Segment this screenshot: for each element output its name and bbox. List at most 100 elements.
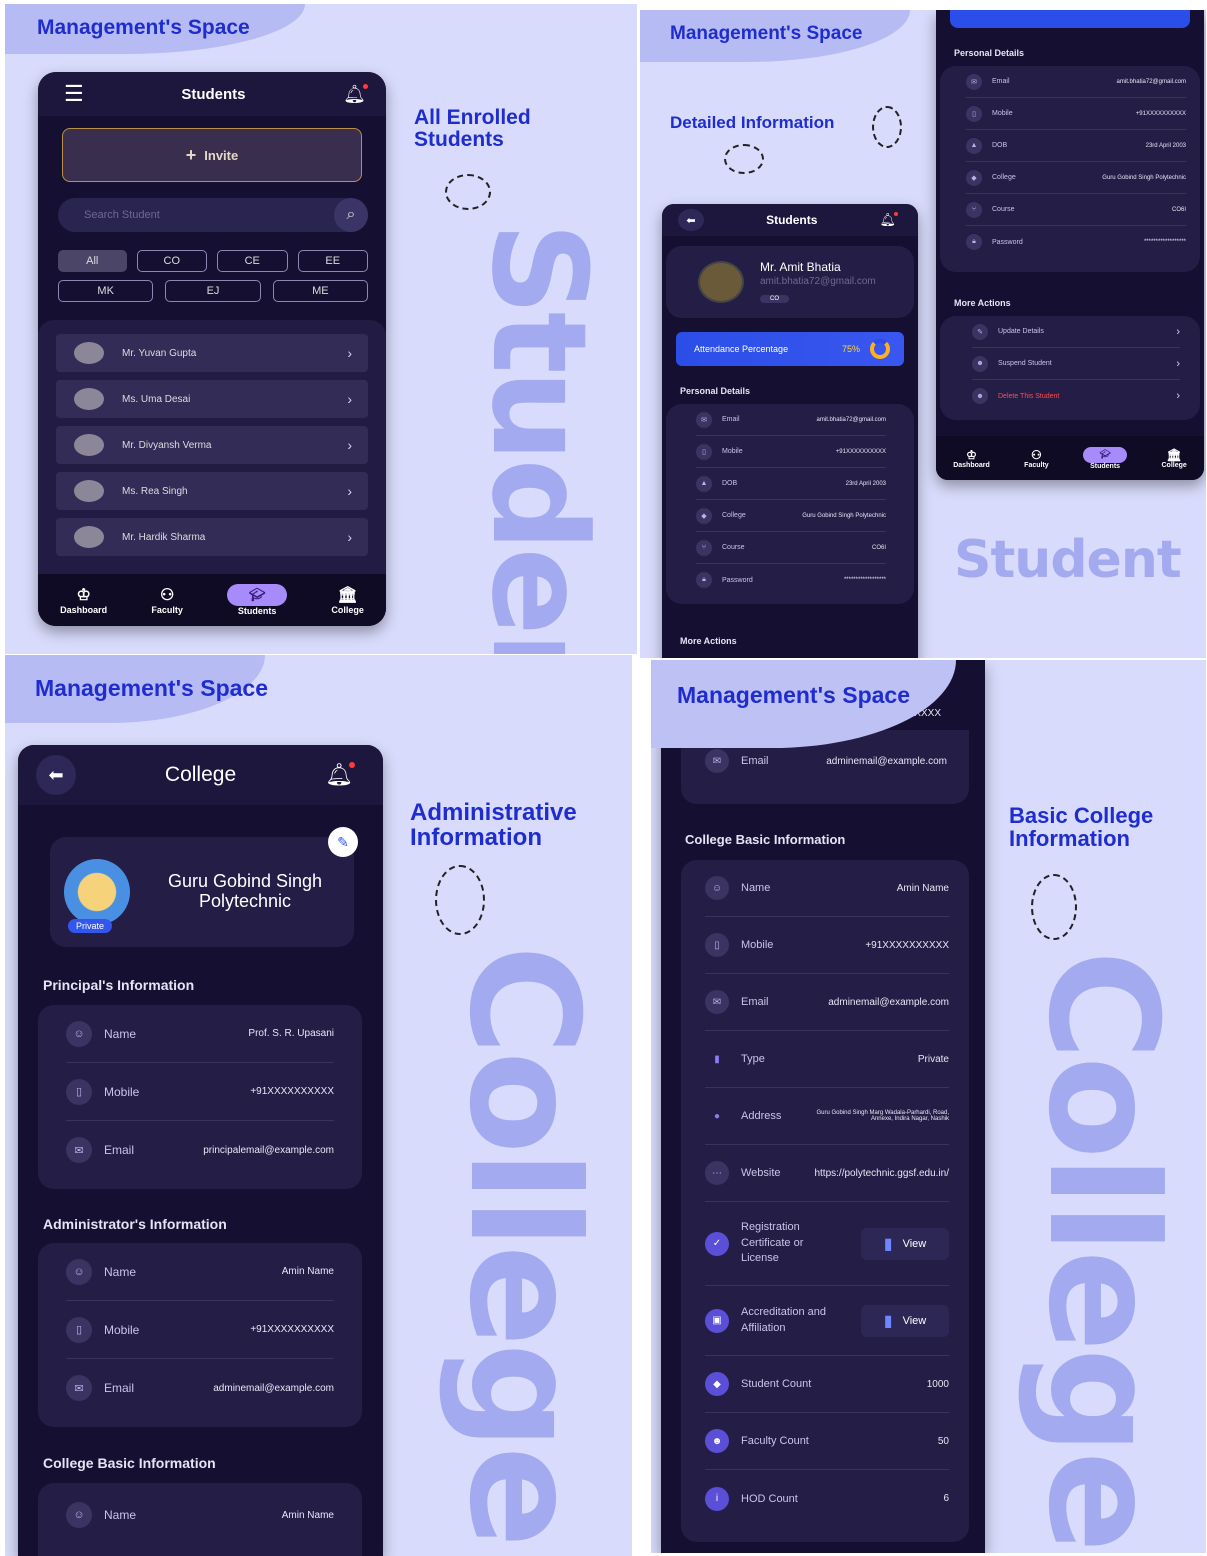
field-label: Email bbox=[104, 1143, 135, 1157]
view-label: View bbox=[902, 1237, 927, 1250]
user-icon: ☺ bbox=[705, 876, 729, 900]
attendance-label: Attendance Percentage bbox=[694, 344, 789, 354]
file-icon: ▮ bbox=[883, 1235, 893, 1253]
filter-chip-ce[interactable]: CE bbox=[217, 250, 288, 272]
bell-icon[interactable]: 🔔︎ bbox=[343, 83, 368, 105]
email-icon: ✉ bbox=[705, 749, 729, 773]
filter-row-2: MK EJ ME bbox=[58, 280, 368, 302]
list-item[interactable]: Mr. Divyansh Verma › bbox=[56, 426, 368, 464]
chevron-right-icon: › bbox=[1176, 357, 1180, 370]
filter-chip-me[interactable]: ME bbox=[272, 280, 368, 302]
view-button[interactable]: ▮ View bbox=[861, 1227, 949, 1260]
field-label: Name bbox=[741, 882, 771, 894]
graduation-cap-icon: 🎓︎ bbox=[1083, 446, 1128, 463]
principal-mobile-row: ▯ Mobile +91XXXXXXXXXX bbox=[66, 1063, 334, 1121]
basic-address-row: ● Address Guru Gobind Singh Marg Wadala-Pa… bbox=[705, 1088, 949, 1145]
graduation-cap-icon: 🎓︎ bbox=[227, 584, 288, 606]
location-pin-icon: ● bbox=[713, 1110, 721, 1122]
header-title: College bbox=[164, 763, 237, 786]
detail-value: +91XXXXXXXXXX bbox=[1135, 110, 1186, 117]
edit-icon[interactable]: ✎ bbox=[328, 827, 358, 857]
college-card: Private Guru Gobind Singh Polytechnic ✎ bbox=[50, 827, 358, 947]
field-value: 6 bbox=[943, 1493, 949, 1504]
search-icon[interactable]: ⌕ bbox=[334, 198, 368, 232]
graduation-cap-icon: ◆ bbox=[966, 169, 982, 186]
management-title: Management's Space bbox=[670, 23, 863, 44]
nav-college[interactable]: 🏛︎ College bbox=[1162, 448, 1187, 469]
profile-email: amit.bhatia72@gmail.com bbox=[760, 275, 876, 287]
watermark-student: Student bbox=[463, 222, 615, 654]
field-label: Email bbox=[741, 996, 769, 1008]
menu-icon[interactable]: ☰ bbox=[64, 81, 84, 107]
basic-name-row: ☺ Name Amin Name bbox=[66, 1483, 334, 1547]
bell-icon[interactable]: 🔔︎ bbox=[325, 762, 355, 788]
user-remove-icon: ☻ bbox=[972, 388, 988, 404]
faculty-count-row: ☻ Faculty Count 50 bbox=[705, 1413, 949, 1470]
field-value: principalemail@example.com bbox=[203, 1144, 334, 1156]
student-name: Mr. Yuvan Gupta bbox=[122, 347, 197, 359]
email-icon: ✉ bbox=[966, 73, 982, 90]
action-delete-student[interactable]: ☻ Delete This Student › bbox=[972, 380, 1180, 412]
list-item[interactable]: Mr. Hardik Sharma › bbox=[56, 518, 368, 556]
nav-dashboard[interactable]: ♔ Dashboard bbox=[60, 585, 107, 615]
filter-chip-mk[interactable]: MK bbox=[58, 280, 154, 302]
field-label: Student Count bbox=[741, 1378, 812, 1390]
teacher-icon: ☻ bbox=[705, 1429, 729, 1453]
nav-faculty[interactable]: ⚇ Faculty bbox=[1024, 448, 1049, 469]
back-arrow-icon[interactable]: ⬅ bbox=[678, 209, 704, 231]
list-item[interactable]: Ms. Uma Desai › bbox=[56, 380, 368, 418]
more-actions-title: More Actions bbox=[954, 298, 1011, 308]
filter-chip-ej[interactable]: EJ bbox=[165, 280, 261, 302]
field-label: Email bbox=[104, 1381, 135, 1395]
chevron-right-icon: › bbox=[1176, 390, 1180, 402]
list-item[interactable]: Mr. Yuvan Gupta › bbox=[56, 334, 368, 372]
nav-label: Dashboard bbox=[953, 461, 990, 469]
basic-info-title: College Basic Information bbox=[43, 1455, 216, 1471]
dashed-arrow bbox=[435, 865, 485, 935]
user-icon: ☺ bbox=[66, 1258, 92, 1285]
nav-faculty[interactable]: ⚇ Faculty bbox=[151, 585, 183, 615]
back-arrow-icon[interactable]: ⬅ bbox=[36, 755, 76, 795]
phone-college: ⬅ College 🔔︎ Private Guru Gobind Singh P… bbox=[18, 745, 383, 1556]
edit-icon: ✎ bbox=[972, 323, 988, 340]
header-title: Students bbox=[766, 213, 818, 227]
view-button[interactable]: ▮ View bbox=[861, 1304, 949, 1337]
list-item[interactable]: Ms. Rea Singh › bbox=[56, 472, 368, 510]
search-input[interactable]: Search Student bbox=[84, 209, 334, 221]
phone-icon: ▯ bbox=[696, 443, 712, 460]
management-title: Management's Space bbox=[37, 16, 250, 39]
invite-button[interactable]: + Invite bbox=[62, 128, 362, 182]
field-label: Type bbox=[741, 1053, 765, 1065]
avatar bbox=[698, 261, 744, 303]
filter-chip-ee[interactable]: EE bbox=[297, 250, 368, 272]
detail-value: CO6I bbox=[1171, 206, 1186, 213]
nav-college[interactable]: 🏛︎ College bbox=[331, 585, 364, 615]
avatar bbox=[74, 434, 104, 456]
profile-name: Mr. Amit Bhatia bbox=[760, 259, 841, 274]
field-label: Name bbox=[104, 1264, 137, 1279]
nav-students[interactable]: 🎓︎ Students bbox=[227, 584, 288, 616]
search-bar[interactable]: Search Student ⌕ bbox=[58, 198, 368, 232]
action-label: Suspend Student bbox=[998, 360, 1052, 367]
app-header: ⬅ Students 🔔︎ bbox=[662, 204, 918, 236]
basic-info-card: ☺ Name Amin Name ▯ Mobile +91XXXXXXXXXX ✉ Ema… bbox=[681, 860, 969, 1542]
phone-students-list: ☰ Students 🔔︎ + Invite Search Student ⌕ … bbox=[38, 72, 386, 626]
field-label: Name bbox=[104, 1026, 137, 1041]
action-update-details[interactable]: ✎ Update Details › bbox=[972, 316, 1180, 348]
filter-chip-co[interactable]: CO bbox=[136, 250, 207, 272]
admin-email-row: ✉ Email adminemail@example.com bbox=[66, 1359, 334, 1417]
filter-chip-all[interactable]: All bbox=[58, 250, 127, 272]
action-suspend-student[interactable]: ☻ Suspend Student › bbox=[972, 348, 1180, 380]
nav-dashboard[interactable]: ♔ Dashboard bbox=[953, 448, 990, 469]
detail-value: 23rd April 2003 bbox=[845, 480, 886, 487]
invite-label: Invite bbox=[204, 147, 239, 163]
panel-administrative-info: Management's Space Administrative Inform… bbox=[5, 655, 632, 1556]
admin-name-row: ☺ Name Amin Name bbox=[66, 1243, 334, 1301]
nav-students[interactable]: 🎓︎ Students bbox=[1083, 446, 1128, 470]
management-title: Management's Space bbox=[35, 675, 268, 701]
more-actions-title: More Actions bbox=[680, 636, 737, 646]
detail-row-course: ⑂ Course CO6I bbox=[696, 532, 886, 564]
dashed-arrow bbox=[872, 106, 902, 148]
bell-icon[interactable]: 🔔︎ bbox=[879, 212, 898, 228]
principal-title: Principal's Information bbox=[43, 977, 195, 993]
